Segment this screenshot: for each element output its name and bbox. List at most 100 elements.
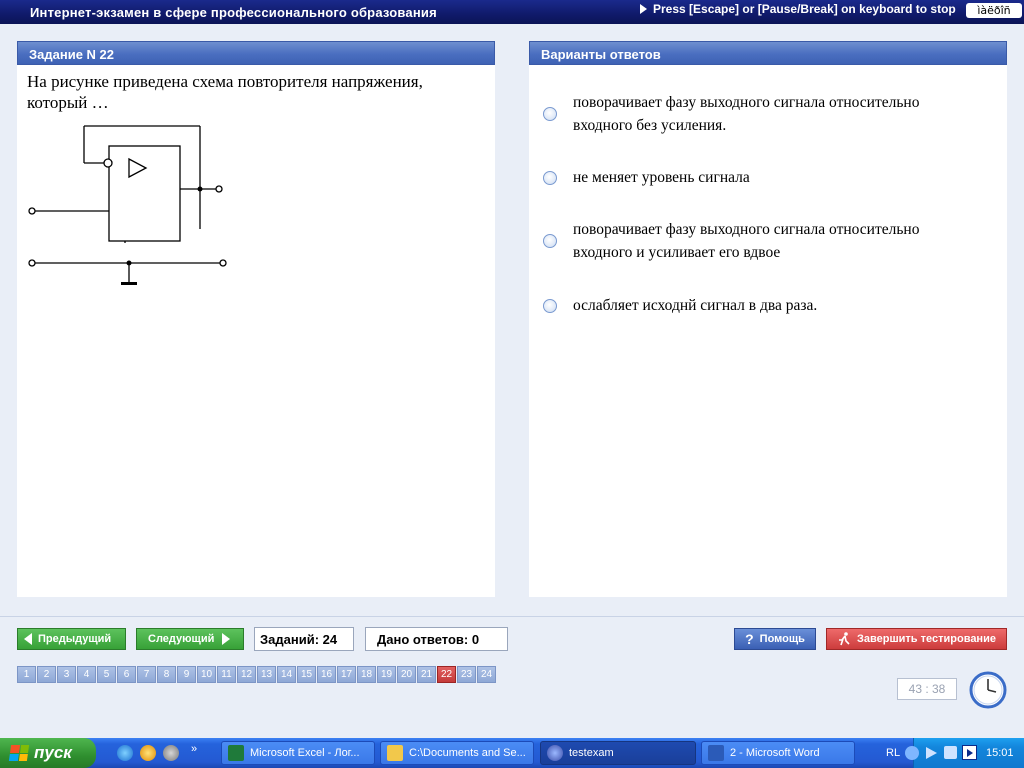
page-button[interactable]: 20 (397, 666, 416, 683)
next-label: Следующий (148, 633, 215, 645)
task-testexam[interactable]: testexam (540, 741, 696, 765)
title-bar: Интернет-экзамен в сфере профессионально… (0, 0, 1024, 24)
page-button[interactable]: 4 (77, 666, 96, 683)
page-button[interactable]: 13 (257, 666, 276, 683)
question-text: На рисунке приведена схема повторителя н… (27, 72, 423, 112)
answer-option-3[interactable]: поворачивает фазу выходного сигнала отно… (543, 218, 973, 264)
input-terminal (28, 207, 36, 215)
app-icon (547, 745, 563, 761)
network-icon[interactable] (944, 746, 957, 759)
tray-media-icon[interactable] (926, 747, 937, 759)
page-button[interactable]: 9 (177, 666, 196, 683)
page-button[interactable]: 19 (377, 666, 396, 683)
question-header: Задание N 22 (17, 41, 495, 65)
radio-button[interactable] (543, 234, 557, 248)
ground-terminal-right (219, 259, 227, 267)
answers-given: Дано ответов: 0 (365, 627, 508, 651)
stop-hint-text: Press [Escape] or [Pause/Break] on keybo… (653, 2, 956, 16)
excel-icon (228, 745, 244, 761)
running-man-icon (839, 632, 850, 646)
tray-clock[interactable]: 15:01 (986, 747, 1014, 759)
answer-option-1[interactable]: поворачивает фазу выходного сигнала отно… (543, 91, 973, 137)
page-button[interactable]: 5 (97, 666, 116, 683)
page-button[interactable]: 8 (157, 666, 176, 683)
answers-header: Варианты ответов (529, 41, 1007, 65)
task-explorer[interactable]: C:\Documents and Se... (380, 741, 534, 765)
task-word[interactable]: 2 - Microsoft Word (701, 741, 855, 765)
ground-symbol-icon (121, 282, 137, 285)
task-label: C:\Documents and Se... (409, 747, 526, 759)
help-label: Помощь (759, 633, 805, 645)
page-navigator: 1 2 3 4 5 6 7 8 9 10 11 12 13 14 15 16 17 18 19 20 21 22 23 24 (17, 666, 497, 683)
program-icon[interactable] (163, 745, 179, 761)
play-arrow-icon (640, 4, 647, 14)
page-button[interactable]: 10 (197, 666, 216, 683)
radio-button[interactable] (543, 107, 557, 121)
ground-terminal-left (28, 259, 36, 267)
page-button[interactable]: 7 (137, 666, 156, 683)
page-button[interactable]: 11 (217, 666, 236, 683)
finish-label: Завершить тестирование (857, 633, 996, 645)
page-button[interactable]: 24 (477, 666, 496, 683)
next-button[interactable]: Следующий (136, 628, 244, 650)
answer-text: ослабляет исходнй сигнал в два раза. (573, 297, 818, 314)
language-indicator[interactable]: RL (886, 747, 900, 759)
page-button[interactable]: 21 (417, 666, 436, 683)
clock-icon (969, 671, 1007, 709)
stop-hint: Press [Escape] or [Pause/Break] on keybo… (640, 2, 956, 16)
timer-display: 43 : 38 (897, 678, 957, 700)
question-mark-icon: ? (745, 631, 754, 647)
arrow-right-icon (222, 633, 231, 645)
tray-expand-icon[interactable] (905, 746, 919, 760)
page-button[interactable]: 3 (57, 666, 76, 683)
page-button[interactable]: 14 (277, 666, 296, 683)
output-terminal (215, 185, 223, 193)
system-tray: 15:01 (905, 738, 1024, 768)
page-button[interactable]: 2 (37, 666, 56, 683)
page-button[interactable]: 6 (117, 666, 136, 683)
page-button[interactable]: 18 (357, 666, 376, 683)
answer-text: поворачивает фазу выходного сигнала отно… (573, 94, 920, 134)
word-icon (708, 745, 724, 761)
page-button[interactable]: 16 (317, 666, 336, 683)
answer-text: поворачивает фазу выходного сигнала отно… (573, 221, 920, 261)
answers-panel: Варианты ответов поворачивает фазу выход… (529, 41, 1007, 597)
question-panel: Задание N 22 На рисунке приведена схема … (17, 41, 495, 597)
start-button[interactable]: пуск (0, 738, 96, 768)
task-label: Microsoft Excel - Лог... (250, 747, 360, 759)
taskbar: пуск » Microsoft Excel - Лог... C:\Docum… (0, 738, 1024, 768)
page-button[interactable]: 17 (337, 666, 356, 683)
player-icon[interactable] (962, 745, 977, 760)
finish-button[interactable]: Завершить тестирование (826, 628, 1007, 650)
page-button[interactable]: 1 (17, 666, 36, 683)
junction-dot (126, 260, 132, 266)
opamp-box (108, 145, 181, 242)
quicklaunch-expand-icon[interactable]: » (191, 743, 197, 755)
page-button[interactable]: 15 (297, 666, 316, 683)
prev-button[interactable]: Предыдущий (17, 628, 126, 650)
start-label: пуск (34, 743, 72, 762)
lang-indicator: ìàëðîñ (966, 3, 1022, 18)
junction-dot (197, 186, 203, 192)
help-button[interactable]: ? Помощь (734, 628, 816, 650)
page-button[interactable]: 22 (437, 666, 456, 683)
prev-label: Предыдущий (38, 633, 112, 645)
page-button[interactable]: 23 (457, 666, 476, 683)
task-label: testexam (569, 747, 614, 759)
media-player-icon[interactable] (140, 745, 156, 761)
window-title: Интернет-экзамен в сфере профессионально… (30, 5, 437, 20)
answer-text: не меняет уровень сигнала (573, 169, 750, 186)
voltage-follower-diagram (28, 125, 227, 285)
ie-icon[interactable] (117, 745, 133, 761)
task-label: 2 - Microsoft Word (730, 747, 820, 759)
answer-option-2[interactable]: не меняет уровень сигнала (543, 166, 973, 189)
radio-button[interactable] (543, 298, 557, 313)
answer-option-4[interactable]: ослабляет исходнй сигнал в два раза. (543, 294, 973, 317)
windows-logo-icon (8, 745, 30, 761)
arrow-left-icon (24, 633, 32, 645)
page-button[interactable]: 12 (237, 666, 256, 683)
task-excel[interactable]: Microsoft Excel - Лог... (221, 741, 375, 765)
radio-button[interactable] (543, 170, 557, 185)
tasks-count: Заданий: 24 (254, 627, 354, 651)
inverting-input-bubble (103, 158, 113, 168)
